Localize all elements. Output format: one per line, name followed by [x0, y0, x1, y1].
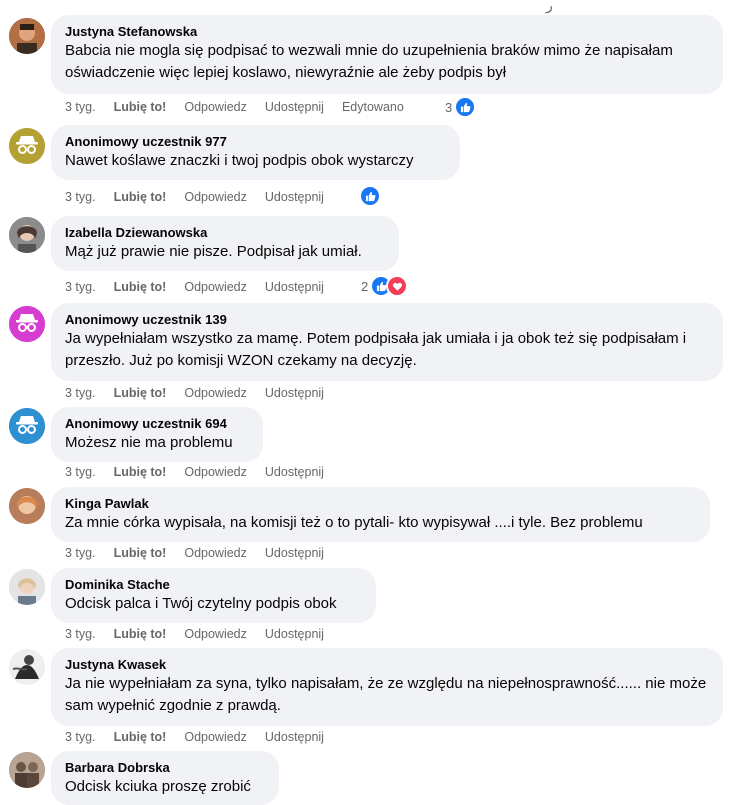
comment-bubble: Barbara Dobrska Odcisk kciuka proszę zro…	[51, 751, 279, 805]
avatar[interactable]	[9, 306, 45, 342]
avatar[interactable]	[9, 18, 45, 54]
like-button[interactable]: Lubię to!	[114, 545, 167, 561]
comment-time[interactable]: 3 tyg.	[65, 385, 96, 401]
comment-time[interactable]: 3 tyg.	[65, 189, 96, 205]
comment-time[interactable]: 3 tyg.	[65, 545, 96, 561]
reactions[interactable]: 2	[361, 275, 409, 297]
share-button[interactable]: Udostępnij	[265, 385, 324, 401]
reply-button[interactable]: Odpowiedz	[184, 189, 247, 205]
reply-button[interactable]: Odpowiedz	[184, 464, 247, 480]
reaction-count: 2	[361, 278, 369, 294]
comment-author[interactable]: Justyna Stefanowska	[65, 23, 711, 40]
comment-time[interactable]: 3 tyg.	[65, 279, 96, 295]
cursor-mark-icon: ﺭ	[546, 0, 553, 13]
comment-time[interactable]: 3 tyg.	[65, 99, 96, 115]
like-button[interactable]: Lubię to!	[114, 729, 167, 745]
share-button[interactable]: Udostępnij	[265, 279, 324, 295]
comment-bubble: Anonimowy uczestnik 139 Ja wypełniałam w…	[51, 303, 723, 381]
comment-text: Nawet koślawe znaczki i twoj podpis obok…	[65, 152, 414, 169]
like-reaction-icon	[359, 185, 381, 207]
like-button[interactable]: Lubię to!	[114, 385, 167, 401]
comment-author[interactable]: Anonimowy uczestnik 977	[65, 133, 448, 150]
comment-bubble: Dominika Stache Odcisk palca i Twój czyt…	[51, 568, 376, 623]
share-button[interactable]: Udostępnij	[265, 464, 324, 480]
comment-text: Odcisk palca i Twój czytelny podpis obok	[65, 595, 337, 612]
reply-button[interactable]: Odpowiedz	[184, 99, 247, 115]
reactions[interactable]: 3	[445, 96, 477, 118]
comment-text: Ja wypełniałam wszystko za mamę. Potem p…	[65, 330, 687, 369]
comment-author[interactable]: Dominika Stache	[65, 576, 364, 593]
like-button[interactable]: Lubię to!	[114, 626, 167, 642]
comment-text: Babcia nie mogla się podpisać to wezwali…	[65, 42, 673, 81]
edited-label: Edytowano	[341, 100, 404, 114]
comment-text: Możesz nie ma problemu	[65, 434, 233, 451]
reactions[interactable]	[359, 185, 381, 207]
comment-bubble: Izabella Dziewanowska Mąż już prawie nie…	[51, 216, 399, 271]
share-button[interactable]: Udostępnij	[265, 189, 324, 205]
like-button[interactable]: Lubię to!	[114, 464, 167, 480]
love-reaction-icon	[386, 275, 409, 297]
comment-time[interactable]: 3 tyg.	[65, 626, 96, 642]
comment-bubble: Justyna Stefanowska Babcia nie mogla się…	[51, 15, 723, 94]
reply-button[interactable]: Odpowiedz	[184, 729, 247, 745]
comment-bubble: Justyna Kwasek Ja nie wypełniałam za syn…	[51, 648, 723, 726]
comment-text: Ja nie wypełniałam za syna, tylko napisa…	[65, 675, 707, 714]
share-button[interactable]: Udostępnij	[265, 626, 324, 642]
avatar[interactable]	[9, 217, 45, 253]
comment-author[interactable]: Justyna Kwasek	[65, 656, 711, 673]
avatar[interactable]	[9, 752, 45, 788]
reply-button[interactable]: Odpowiedz	[184, 385, 247, 401]
comment-author[interactable]: Kinga Pawlak	[65, 495, 698, 512]
avatar[interactable]	[9, 408, 45, 444]
avatar[interactable]	[9, 569, 45, 605]
comment-author[interactable]: Anonimowy uczestnik 139	[65, 311, 711, 328]
reply-button[interactable]: Odpowiedz	[184, 545, 247, 561]
share-button[interactable]: Udostępnij	[265, 99, 324, 115]
like-button[interactable]: Lubię to!	[114, 189, 167, 205]
reaction-count: 3	[445, 99, 453, 115]
avatar[interactable]	[9, 128, 45, 164]
comment-bubble: Kinga Pawlak Za mnie córka wypisała, na …	[51, 487, 710, 542]
avatar[interactable]	[9, 488, 45, 524]
comment-author[interactable]: Anonimowy uczestnik 694	[65, 415, 251, 432]
comment-author[interactable]: Barbara Dobrska	[65, 759, 267, 776]
share-button[interactable]: Udostępnij	[265, 729, 324, 745]
like-button[interactable]: Lubię to!	[114, 279, 167, 295]
share-button[interactable]: Udostępnij	[265, 545, 324, 561]
comment-text: Za mnie córka wypisała, na komisji też o…	[65, 514, 643, 531]
comment-time[interactable]: 3 tyg.	[65, 464, 96, 480]
avatar[interactable]	[9, 649, 45, 685]
comment-text: Odcisk kciuka proszę zrobić	[65, 778, 251, 795]
reply-button[interactable]: Odpowiedz	[184, 279, 247, 295]
like-reaction-icon	[454, 96, 477, 118]
comment-bubble: Anonimowy uczestnik 977 Nawet koślawe zn…	[51, 125, 460, 180]
comment-text: Mąż już prawie nie pisze. Podpisał jak u…	[65, 243, 362, 260]
like-button[interactable]: Lubię to!	[114, 99, 167, 115]
comment-bubble: Anonimowy uczestnik 694 Możesz nie ma pr…	[51, 407, 263, 462]
reply-button[interactable]: Odpowiedz	[184, 626, 247, 642]
comment-time[interactable]: 3 tyg.	[65, 729, 96, 745]
comment-author[interactable]: Izabella Dziewanowska	[65, 224, 387, 241]
